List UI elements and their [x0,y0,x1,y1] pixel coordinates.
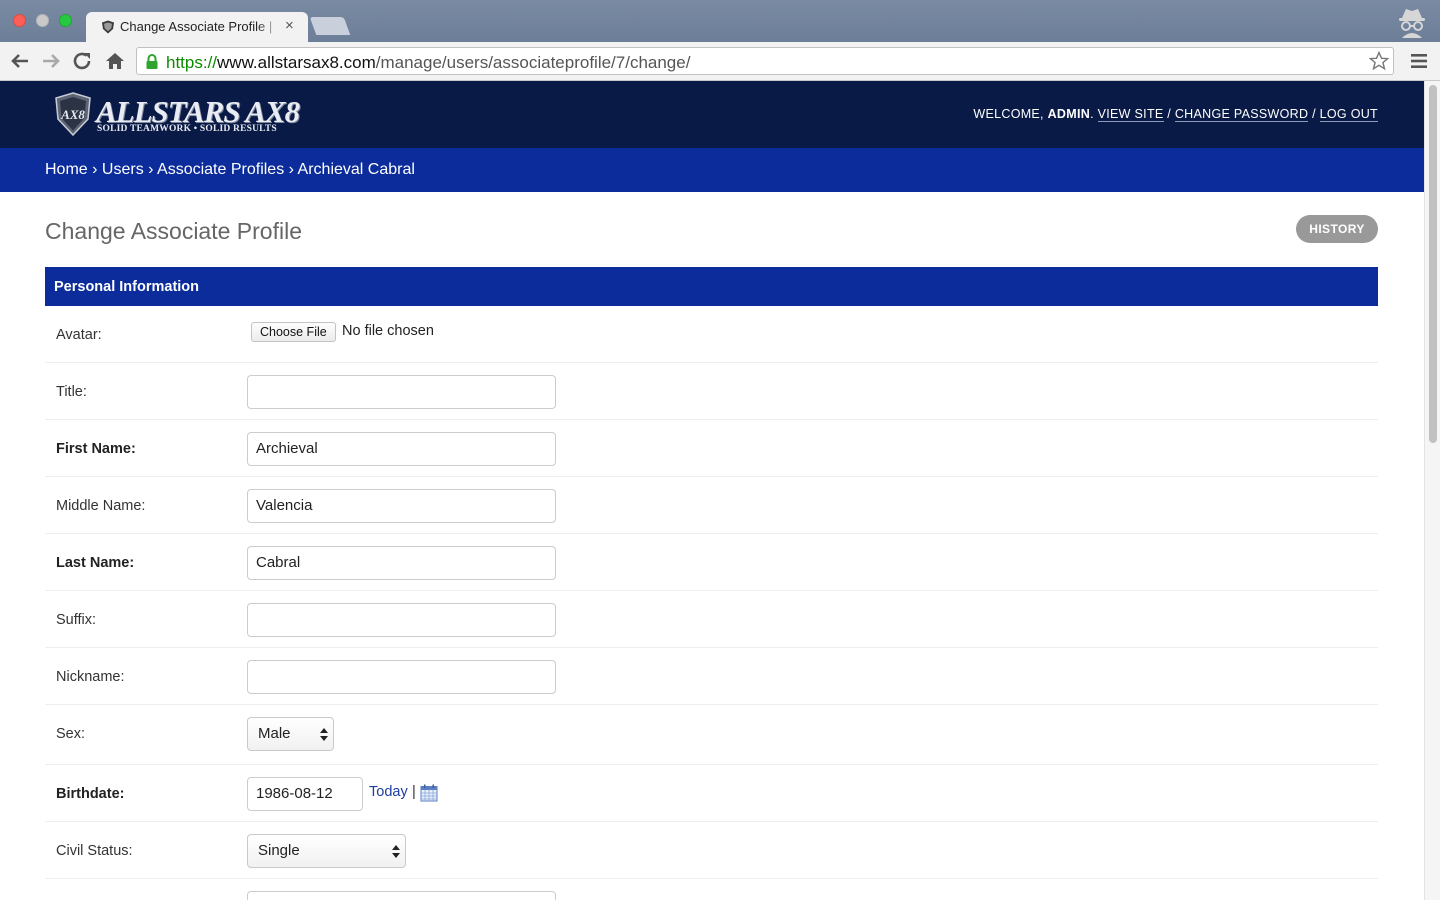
breadcrumb-associate-profiles[interactable]: Associate Profiles [157,161,284,178]
browser-toolbar: https://www.allstarsax8.com/manage/users… [0,42,1440,81]
first-name-label: First Name: [56,441,136,457]
home-icon[interactable] [103,50,127,72]
middle-name-label: Middle Name: [56,498,146,514]
fieldset-title: Personal Information [45,267,1378,306]
choose-file-button[interactable]: Choose File [251,322,336,342]
middle-name-input[interactable]: Valencia [247,489,556,523]
select-arrows-icon [392,845,400,858]
form-row-title: Title: [45,363,1378,420]
new-tab-button[interactable] [309,17,351,35]
last-name-input[interactable]: Cabral [247,546,556,580]
last-name-label: Last Name: [56,555,135,571]
breadcrumb-current: Archieval Cabral [297,161,415,178]
window-minimize-button[interactable] [36,14,49,27]
user-tools: WELCOME, ADMIN. VIEW SITE / CHANGE PASSW… [973,107,1378,122]
form-row-next [45,879,1378,900]
username: ADMIN [1047,107,1091,121]
avatar-label: Avatar: [56,327,102,343]
form-row-middle-name: Middle Name: Valencia [45,477,1378,534]
url-text: https://www.allstarsax8.com/manage/users… [166,53,691,72]
form-row-avatar: Avatar: Choose File No file chosen [45,306,1378,363]
birthdate-label: Birthdate: [56,786,125,802]
scrollbar-thumb[interactable] [1429,85,1437,443]
browser-tab-bar: Change Associate Profile | × [0,0,1440,42]
back-arrow-icon[interactable] [8,50,32,72]
date-shortcut-separator: | [412,784,416,800]
form-row-first-name: First Name: Archieval [45,420,1378,477]
file-status-text: No file chosen [342,323,434,339]
lock-icon [146,54,158,69]
civil-status-select[interactable]: Single [247,834,406,868]
page-title: Change Associate Profile [45,218,302,244]
title-input[interactable] [247,375,556,409]
nickname-label: Nickname: [56,669,125,685]
breadcrumb-users[interactable]: Users [102,161,144,178]
form-row-civil-status: Civil Status: Single [45,822,1378,879]
site-header: AX8 ALLSTARS AX8 SOLID TEAMWORK • SOLID … [0,81,1424,148]
browser-tab-active[interactable]: Change Associate Profile | × [86,12,308,42]
first-name-input[interactable]: Archieval [247,432,556,466]
shield-logo-icon: AX8 [55,92,91,136]
reload-icon[interactable] [71,50,95,72]
view-site-link[interactable]: VIEW SITE [1097,107,1164,122]
site-logo[interactable]: AX8 ALLSTARS AX8 SOLID TEAMWORK • SOLID … [54,92,300,138]
form-row-birthdate: Birthdate: 1986-08-12 Today | [45,765,1378,822]
title-label: Title: [56,384,87,400]
sex-label: Sex: [56,726,86,742]
calendar-icon[interactable] [420,784,438,802]
star-icon[interactable] [1369,51,1389,71]
breadcrumb-home[interactable]: Home [45,161,88,178]
window-zoom-button[interactable] [59,14,72,27]
civil-status-select-value: Single [258,842,300,859]
suffix-label: Suffix: [56,612,97,628]
birthdate-input[interactable]: 1986-08-12 [247,777,363,811]
form-row-nickname: Nickname: [45,648,1378,705]
logo-tagline: SOLID TEAMWORK • SOLID RESULTS [97,124,277,134]
hamburger-menu-icon[interactable] [1410,52,1428,70]
personal-information-fieldset: Personal Information Avatar: Choose File… [45,267,1378,900]
change-password-link[interactable]: CHANGE PASSWORD [1174,107,1309,122]
forward-arrow-icon[interactable] [39,50,63,72]
log-out-link[interactable]: LOG OUT [1319,107,1378,122]
incognito-icon[interactable] [1394,6,1430,38]
shield-icon [102,20,114,34]
page-viewport: AX8 ALLSTARS AX8 SOLID TEAMWORK • SOLID … [0,81,1424,900]
tab-close-icon[interactable]: × [285,17,294,34]
breadcrumb: Home › Users › Associate Profiles › Arch… [0,148,1424,192]
nickname-input[interactable] [247,660,556,694]
select-arrows-icon [320,728,328,741]
history-button[interactable]: HISTORY [1296,215,1378,243]
form-row-suffix: Suffix: [45,591,1378,648]
form-row-last-name: Last Name: Cabral [45,534,1378,591]
sex-select[interactable]: Male [247,717,334,751]
next-field-input[interactable] [247,891,556,900]
form-row-sex: Sex: Male [45,705,1378,765]
suffix-input[interactable] [247,603,556,637]
svg-text:AX8: AX8 [60,107,85,122]
today-link[interactable]: Today [369,784,408,800]
sex-select-value: Male [258,725,291,742]
window-close-button[interactable] [13,14,26,27]
civil-status-label: Civil Status: [56,843,133,859]
page-scrollbar[interactable] [1424,81,1440,900]
address-bar[interactable]: https://www.allstarsax8.com/manage/users… [136,47,1394,75]
